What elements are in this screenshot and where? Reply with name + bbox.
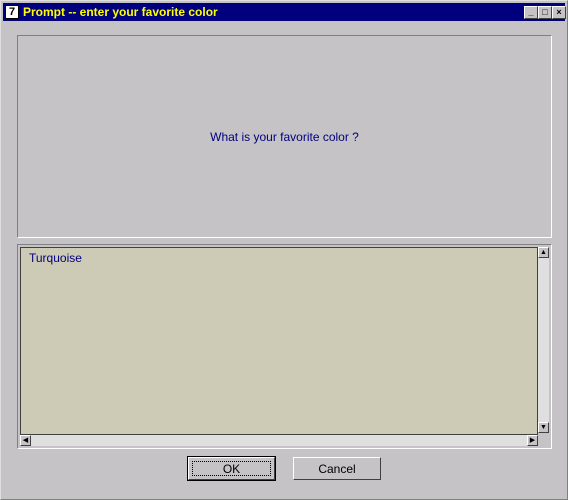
- prompt-window: 7 Prompt -- enter your favorite color _ …: [0, 0, 568, 500]
- close-button[interactable]: ×: [552, 6, 566, 19]
- vertical-scrollbar[interactable]: ▲ ▼: [538, 247, 549, 433]
- cancel-button[interactable]: Cancel: [293, 457, 381, 480]
- answer-value: Turquoise: [29, 251, 82, 265]
- window-title: Prompt -- enter your favorite color: [23, 5, 218, 19]
- cancel-label: Cancel: [318, 461, 356, 476]
- maximize-button[interactable]: □: [538, 6, 552, 19]
- minimize-button[interactable]: _: [524, 6, 538, 19]
- answer-text-area[interactable]: Turquoise: [20, 247, 538, 435]
- scrollbar-corner: [538, 435, 549, 446]
- focus-ring: [192, 461, 271, 476]
- prompt-panel: What is your favorite color ?: [17, 35, 552, 238]
- ok-button[interactable]: OK: [187, 456, 276, 481]
- scroll-left-arrow-icon[interactable]: ◀: [20, 435, 31, 446]
- prompt-question: What is your favorite color ?: [210, 129, 359, 144]
- title-bar[interactable]: 7 Prompt -- enter your favorite color _ …: [3, 3, 566, 21]
- scroll-up-arrow-icon[interactable]: ▲: [538, 247, 549, 258]
- answer-frame: Turquoise ▲ ▼ ◀ ▶: [17, 244, 552, 449]
- scroll-down-arrow-icon[interactable]: ▼: [538, 422, 549, 433]
- app-icon[interactable]: 7: [5, 5, 19, 19]
- scroll-right-arrow-icon[interactable]: ▶: [527, 435, 538, 446]
- horizontal-scrollbar[interactable]: ◀ ▶: [20, 435, 538, 446]
